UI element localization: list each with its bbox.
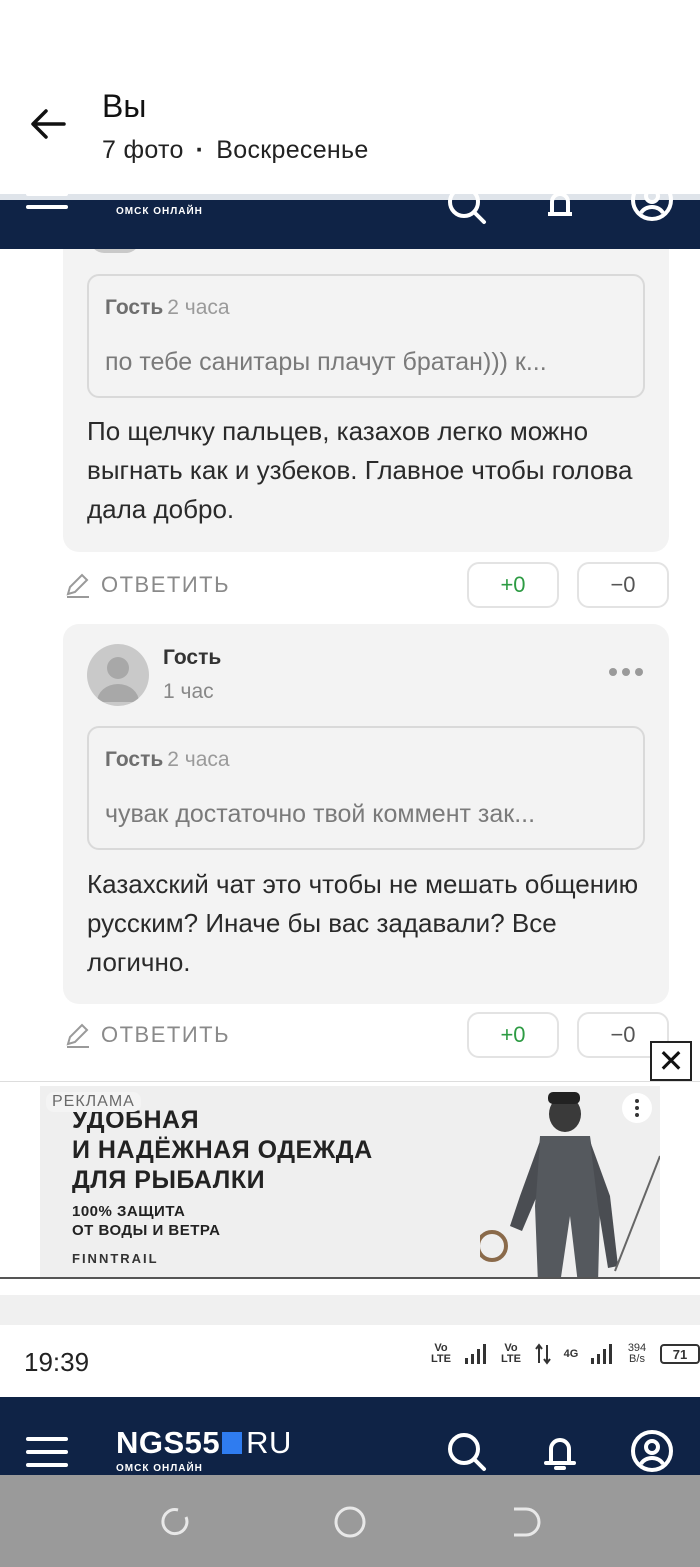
site-header-clipped: ОМСК ОНЛАЙН: [0, 194, 700, 249]
reply-label: ОТВЕТИТЬ: [101, 1022, 231, 1047]
logo-subtitle: ОМСК ОНЛАЙН: [116, 1463, 203, 1474]
ad-banner[interactable]: УДОБНАЯ И НАДЁЖНАЯ ОДЕЖДА ДЛЯ РЫБАЛКИ 10…: [0, 1081, 700, 1279]
menu-icon[interactable]: [26, 194, 68, 218]
status-icons: Vo LTE Vo LTE 4G 394 B/s 71: [428, 1343, 700, 1365]
upvote-button[interactable]: +0: [467, 1012, 559, 1058]
quote-text: по тебе санитары плачут братан))) к...: [105, 348, 547, 376]
network-4g: 4G: [563, 1347, 579, 1360]
gallery-day: Воскресенье: [216, 136, 369, 164]
comment-text: Казахский чат это чтобы не мешать общени…: [87, 869, 639, 977]
divider: [0, 1295, 700, 1325]
home-icon[interactable]: [333, 1505, 367, 1539]
reply-button[interactable]: ОТВЕТИТЬ: [63, 570, 230, 600]
battery-icon: 71: [660, 1344, 700, 1364]
search-icon[interactable]: [444, 1429, 488, 1473]
ad-label: РЕКЛАМА: [46, 1092, 141, 1112]
site-header: NGS55 RU ОМСК ОНЛАЙН: [0, 1397, 700, 1475]
gallery-title: Вы: [102, 88, 147, 124]
quote-author: Гость 2 часа: [105, 748, 230, 771]
quote-author: Гость 2 часа: [105, 296, 230, 319]
recent-apps-icon[interactable]: [158, 1505, 192, 1539]
logo-subtitle: ОМСК ОНЛАЙН: [116, 206, 203, 217]
quoted-comment[interactable]: Гость 2 часа по тебе санитары плачут брат…: [87, 274, 645, 398]
downvote-button[interactable]: −0: [577, 562, 669, 608]
search-icon[interactable]: [444, 194, 488, 226]
status-bar: 19:39 Vo LTE Vo LTE 4G 394 B/s 71: [0, 1325, 700, 1397]
data-transfer-icon: [535, 1343, 551, 1365]
reply-label: ОТВЕТИТЬ: [101, 572, 231, 597]
photo-count: 7 фото: [102, 136, 184, 164]
menu-icon[interactable]: [26, 1437, 68, 1476]
comments-list: Гость 2 часа по тебе санитары плачут брат…: [0, 249, 700, 1082]
reply-button[interactable]: ОТВЕТИТЬ: [63, 1020, 230, 1050]
bell-icon[interactable]: [538, 194, 582, 226]
ad-options-icon[interactable]: [622, 1093, 652, 1123]
quote-time: 2 часа: [167, 748, 230, 771]
network-speed: 394 B/s: [627, 1342, 647, 1365]
comment-actions: ОТВЕТИТЬ +0 −0: [63, 562, 669, 608]
profile-icon[interactable]: [630, 194, 674, 222]
signal-icon: [591, 1344, 612, 1364]
ad-creative[interactable]: УДОБНАЯ И НАДЁЖНАЯ ОДЕЖДА ДЛЯ РЫБАЛКИ 10…: [40, 1086, 660, 1277]
comment-text: По щелчку пальцев, казахов легко можно в…: [87, 416, 633, 524]
system-nav-bar: [0, 1475, 700, 1567]
gallery-header: Вы 7 фото · Воскресенье: [0, 0, 700, 178]
comment-actions: ОТВЕТИТЬ +0 −0: [63, 1012, 669, 1058]
back-icon[interactable]: [508, 1505, 542, 1539]
signal-icon: [465, 1344, 486, 1364]
clock: 19:39: [24, 1347, 90, 1377]
volte-icon: Vo LTE: [501, 1342, 521, 1365]
quote-time: 2 часа: [167, 296, 230, 319]
gallery-subtitle: 7 фото · Воскресенье: [102, 136, 369, 165]
upvote-button[interactable]: +0: [467, 562, 559, 608]
pencil-icon: [66, 1023, 89, 1048]
divider: [0, 194, 700, 200]
avatar[interactable]: [87, 644, 149, 706]
pencil-icon: [66, 573, 89, 598]
ad-tagline-2: ОТ ВОДЫ И ВЕТРА: [72, 1222, 221, 1239]
bell-icon[interactable]: [538, 1429, 582, 1473]
site-logo[interactable]: NGS55 RU ОМСК ОНЛАЙН: [116, 1425, 292, 1474]
ad-tagline-1: 100% ЗАЩИТА: [72, 1203, 186, 1220]
separator-dot: ·: [195, 136, 205, 164]
quote-text: чувак достаточно твой коммент зак...: [105, 800, 536, 828]
ad-brand: FINNTRAIL: [72, 1251, 159, 1266]
ad-headline-2: И НАДЁЖНАЯ ОДЕЖДА: [72, 1136, 373, 1164]
site-logo[interactable]: ОМСК ОНЛАЙН: [116, 194, 203, 217]
more-options-icon[interactable]: [609, 668, 643, 676]
logo-square: [222, 1432, 243, 1454]
profile-icon[interactable]: [630, 1429, 674, 1473]
logo-suffix: RU: [246, 1425, 292, 1460]
quoted-comment[interactable]: Гость 2 часа чувак достаточно твой коммен…: [87, 726, 645, 850]
volte-icon: Vo LTE: [431, 1342, 451, 1365]
ad-headline-3: ДЛЯ РЫБАЛКИ: [72, 1166, 266, 1194]
comment-author[interactable]: Гость: [163, 646, 221, 670]
comment-time: 1 час: [163, 680, 214, 703]
back-arrow-icon[interactable]: [24, 100, 72, 148]
comment-card: Гость 1 час Гость 2 часа чувак достаточно…: [63, 624, 669, 1004]
ad-close-button[interactable]: ✕: [650, 1041, 692, 1081]
screenshot-page: Вы 7 фото · Воскресенье ОМСК ОНЛАЙН Гость 2…: [0, 0, 700, 1567]
comment-card: Гость 2 часа по тебе санитары плачут брат…: [63, 249, 669, 552]
logo-text: NGS55: [116, 1425, 221, 1460]
